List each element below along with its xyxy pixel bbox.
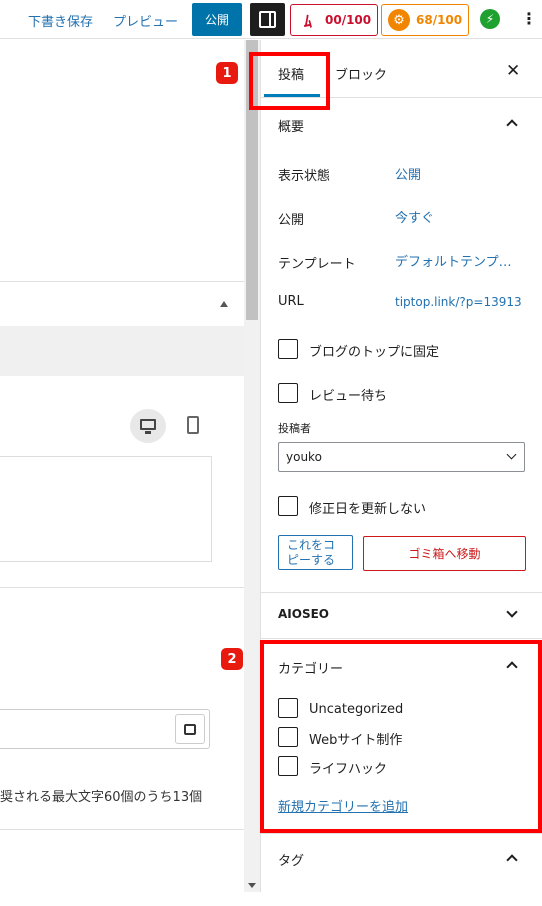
author-label: 投稿者: [278, 422, 311, 435]
robot-icon: [184, 723, 196, 735]
close-icon[interactable]: ✕: [506, 62, 520, 80]
url-value[interactable]: tiptop.link/?p=13913: [395, 295, 522, 309]
caret-up-icon: [220, 301, 228, 307]
annotation-badge-2: 2: [221, 648, 243, 670]
move-to-trash-button[interactable]: ゴミ箱へ移動: [363, 536, 526, 571]
divider: [261, 592, 542, 593]
editor-canvas: 奨される最大文字60個のうち13個: [0, 40, 244, 892]
metabox-tabs-bar: [0, 326, 244, 376]
aioseo-score-value: 68/100: [416, 13, 463, 27]
url-label: URL: [278, 294, 304, 309]
aioseo-panel-title[interactable]: AIOSEO: [278, 607, 329, 621]
sidebar-icon: [259, 11, 276, 28]
save-draft-button[interactable]: 下書き保存: [28, 11, 93, 30]
metabox-header[interactable]: [0, 282, 244, 326]
tags-title[interactable]: タグ: [278, 850, 304, 869]
chevron-up-icon[interactable]: [506, 854, 518, 866]
scroll-down-arrow-icon[interactable]: [248, 883, 256, 888]
seo-score-button[interactable]: ﾑ 00/100: [290, 4, 378, 36]
editor-scrollbar[interactable]: [244, 40, 260, 892]
ai-robot-button[interactable]: [175, 714, 205, 744]
settings-sidebar-toggle[interactable]: [250, 3, 285, 36]
jetpack-bolt-icon[interactable]: ⚡: [480, 9, 500, 29]
chevron-up-icon[interactable]: [506, 119, 518, 131]
tab-block[interactable]: ブロック: [335, 64, 387, 83]
publish-label: 公開: [278, 213, 305, 228]
publish-date-value[interactable]: 今すぐ: [395, 207, 434, 226]
seo-logo-icon: ﾑ: [303, 12, 312, 31]
template-label: テンプレート: [278, 257, 356, 272]
visibility-value[interactable]: 公開: [395, 164, 421, 183]
annotation-box-1: [249, 52, 330, 110]
summary-title[interactable]: 概要: [278, 116, 304, 135]
divider: [0, 829, 244, 830]
seo-title-input[interactable]: [0, 709, 210, 749]
pending-review-checkbox[interactable]: [278, 383, 298, 403]
template-value[interactable]: デフォルトテンプ…: [395, 251, 512, 270]
copy-post-button[interactable]: これをコ ピーする: [278, 535, 353, 570]
annotation-badge-1: 1: [216, 62, 238, 84]
divider: [261, 833, 542, 834]
more-options-icon[interactable]: ⋮: [521, 8, 537, 30]
char-count-text: 奨される最大文字60個のうち13個: [0, 790, 203, 805]
top-toolbar: 下書き保存 プレビュー 公開 ﾑ 00/100 ⚙ 68/100 ⚡ ⋮: [0, 0, 542, 39]
seo-score-value: 00/100: [325, 13, 372, 27]
annotation-box-2: [260, 640, 542, 833]
divider: [261, 638, 542, 639]
chevron-down-icon: [506, 449, 517, 460]
author-select[interactable]: youko: [278, 442, 525, 472]
chevron-down-icon[interactable]: [506, 606, 518, 618]
no-modified-label: 修正日を更新しない: [309, 502, 427, 517]
desktop-icon: [140, 419, 156, 430]
visibility-label: 表示状態: [278, 169, 331, 184]
snippet-preview-box: [0, 456, 212, 562]
divider: [0, 587, 244, 588]
pending-review-label: レビュー待ち: [309, 389, 388, 404]
sticky-checkbox[interactable]: [278, 339, 298, 359]
author-value: youko: [286, 450, 322, 464]
no-modified-checkbox[interactable]: [278, 496, 298, 516]
preview-button[interactable]: プレビュー: [113, 11, 178, 30]
aioseo-gear-icon: ⚙: [388, 9, 410, 31]
aioseo-score-button[interactable]: ⚙ 68/100: [381, 4, 469, 36]
sticky-label: ブログのトップに固定: [309, 345, 440, 360]
copy-button-line1: これをコ: [287, 538, 336, 552]
desktop-icon-stand: [145, 431, 151, 434]
mobile-preview-icon[interactable]: [187, 416, 199, 434]
copy-button-line2: ピーする: [287, 553, 336, 567]
publish-button[interactable]: 公開: [192, 3, 242, 36]
desktop-preview-button[interactable]: [130, 409, 166, 443]
